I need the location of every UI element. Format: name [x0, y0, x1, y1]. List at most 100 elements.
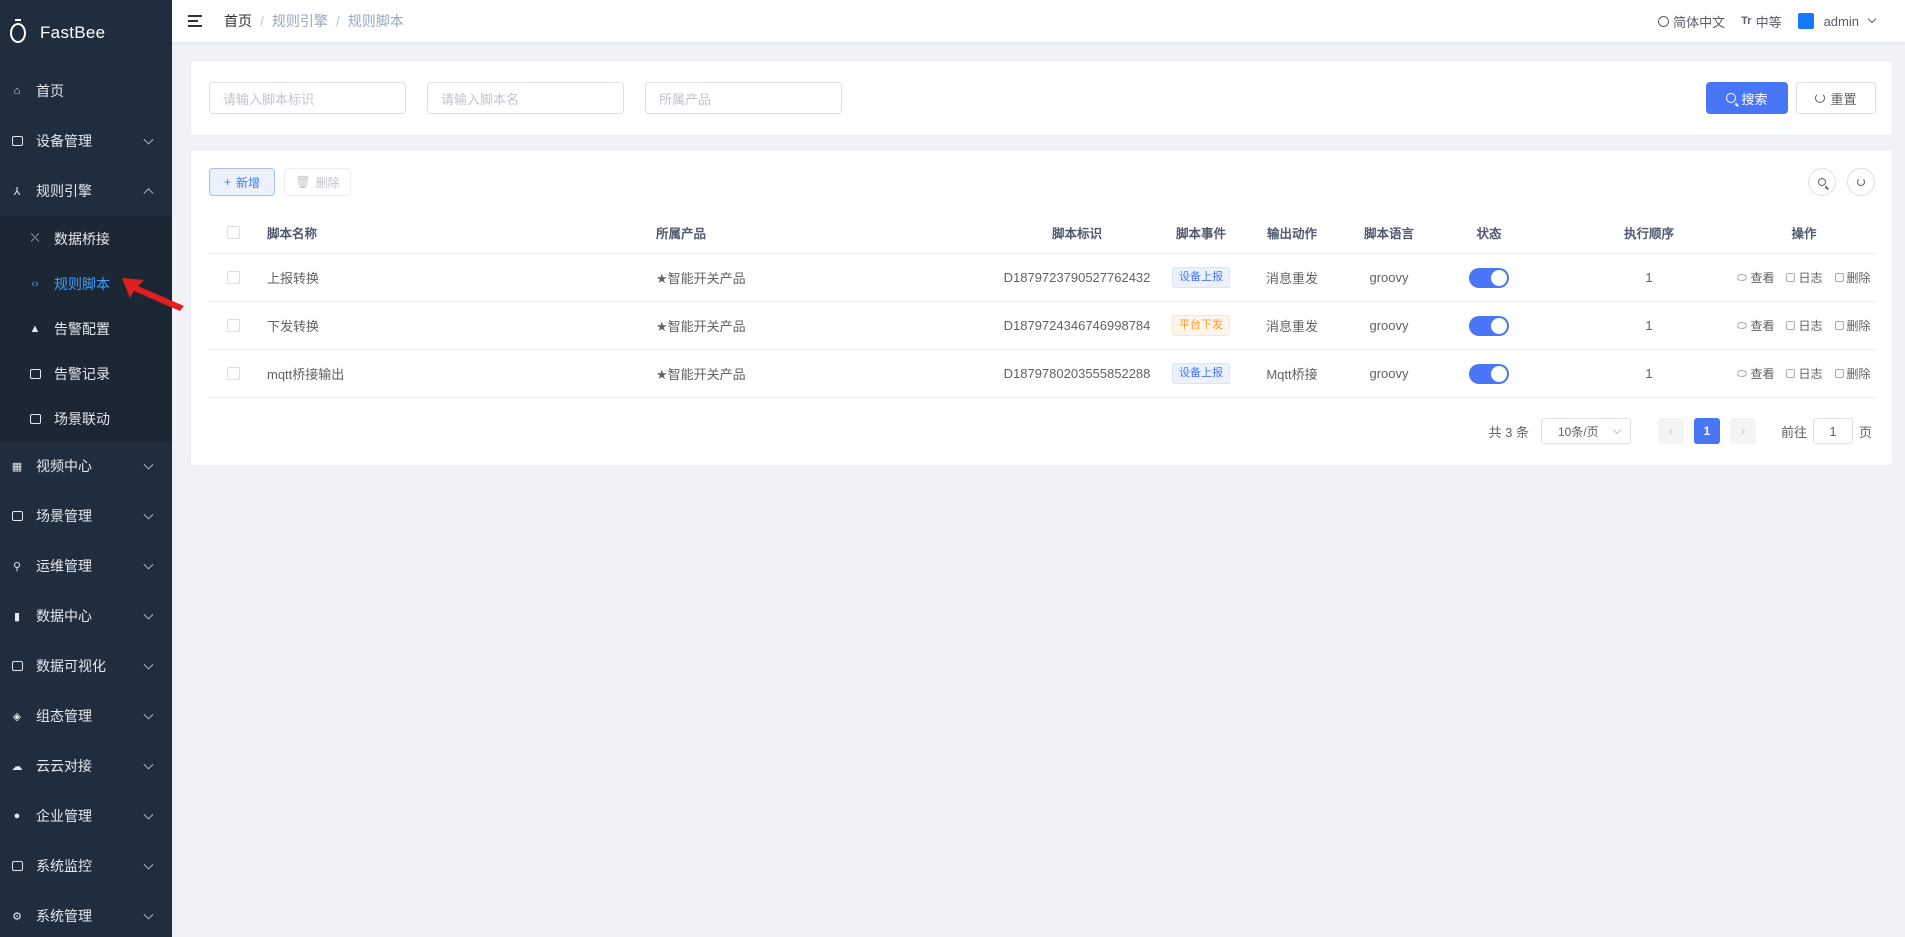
sidebar-item-alarm-record[interactable]: 告警记录	[0, 351, 172, 396]
chevron-down-icon	[143, 134, 154, 145]
search-icon	[1818, 178, 1826, 186]
sidebar-item-data-bridge[interactable]: ⤬ 数据桥接	[0, 216, 172, 261]
alarm-icon: ▲	[29, 322, 41, 335]
sidebar-item-config[interactable]: ◈ 组态管理	[0, 691, 172, 741]
script-id-input[interactable]: 请输入脚本标识	[209, 82, 406, 114]
breadcrumb-separator: /	[335, 13, 340, 29]
col-event: 脚本事件	[1175, 227, 1226, 241]
breadcrumb-home[interactable]: 首页	[224, 11, 252, 31]
row-checkbox[interactable]	[226, 319, 240, 332]
view-button[interactable]: 查看	[1737, 317, 1774, 334]
sidebar-item-rule-engine[interactable]: ⅄ 规则引擎	[0, 166, 172, 216]
log-icon	[1786, 321, 1796, 330]
delete-button[interactable]: 🗑 删除	[284, 168, 351, 196]
product-name: ★智能开关产品	[656, 271, 746, 286]
reset-button[interactable]: 重置	[1796, 82, 1876, 114]
exec-order: 1	[1645, 318, 1653, 333]
next-page-button[interactable]: ›	[1729, 418, 1756, 444]
select-all-checkbox[interactable]	[226, 226, 240, 239]
user-menu[interactable]: admin	[1797, 13, 1877, 29]
status-toggle[interactable]	[1469, 363, 1509, 384]
row-checkbox[interactable]	[226, 367, 240, 380]
view-button[interactable]: 查看	[1737, 269, 1774, 286]
breadcrumb: 首页 / 规则引擎 / 规则脚本	[224, 11, 404, 31]
search-button[interactable]: 搜索	[1706, 82, 1788, 114]
enterprise-icon: ●	[13, 810, 21, 822]
breadcrumb-rule-engine: 规则引擎	[271, 13, 328, 29]
hamburger-icon[interactable]	[188, 15, 204, 27]
log-icon	[1786, 369, 1796, 378]
trash-icon	[1834, 321, 1844, 330]
trash-icon: 🗑	[295, 175, 311, 189]
page-size-select[interactable]: 10条/页	[1540, 418, 1631, 444]
sidebar-item-ops[interactable]: ⚲ 运维管理	[0, 541, 172, 591]
row-delete-button[interactable]: 删除	[1834, 365, 1871, 382]
sidebar-item-enterprise[interactable]: ● 企业管理	[0, 791, 172, 841]
language-switch[interactable]: 简体中文	[1658, 12, 1725, 31]
add-button[interactable]: + 新增	[209, 168, 275, 196]
col-status: 状态	[1476, 227, 1502, 241]
chevron-up-icon	[143, 188, 154, 199]
status-toggle[interactable]	[1469, 315, 1509, 336]
refresh-table-button[interactable]	[1847, 168, 1875, 196]
refresh-icon	[1815, 93, 1826, 103]
logo: FastBee	[0, 0, 172, 66]
log-button[interactable]: 日志	[1786, 269, 1823, 286]
sidebar-item-alarm-config[interactable]: ▲ 告警配置	[0, 306, 172, 351]
view-button[interactable]: 查看	[1737, 365, 1774, 382]
script-table-card: + 新增 🗑 删除 脚本名称 所属产品 脚本标识 脚本事件 输出动作 脚本语言 …	[190, 149, 1893, 466]
chevron-down-icon	[143, 459, 154, 470]
sidebar-item-scene-linkage[interactable]: 场景联动	[0, 396, 172, 441]
sidebar: FastBee ⌂ 首页 设备管理 ⅄ 规则引擎 ⤬ 数据桥接 ‹› 规则脚本 …	[0, 0, 172, 937]
log-button[interactable]: 日志	[1786, 365, 1823, 382]
fastbee-logo-icon	[10, 19, 26, 43]
trash-icon	[1834, 273, 1844, 282]
sidebar-item-scene-manage[interactable]: 场景管理	[0, 491, 172, 541]
record-icon	[28, 367, 42, 381]
avatar	[1797, 13, 1814, 29]
exec-order: 1	[1645, 366, 1653, 381]
sidebar-item-monitor[interactable]: 系统监控	[0, 841, 172, 891]
globe-icon	[1658, 15, 1670, 27]
plus-icon: +	[223, 175, 231, 189]
sidebar-item-video[interactable]: ▦ 视频中心	[0, 441, 172, 491]
sidebar-item-cloud[interactable]: ☁ 云云对接	[0, 741, 172, 791]
log-button[interactable]: 日志	[1786, 317, 1823, 334]
rule-engine-submenu: ⤬ 数据桥接 ‹› 规则脚本 ▲ 告警配置 告警记录 场景联动	[0, 216, 172, 441]
row-delete-button[interactable]: 删除	[1834, 317, 1871, 334]
row-checkbox[interactable]	[226, 271, 240, 284]
log-icon	[1786, 273, 1796, 282]
monitor-icon	[10, 859, 24, 873]
product-select[interactable]: 所属产品	[645, 82, 842, 114]
search-icon	[1726, 93, 1737, 103]
sidebar-item-visualization[interactable]: 数据可视化	[0, 641, 172, 691]
eye-icon	[1737, 322, 1748, 329]
chevron-down-icon	[143, 609, 154, 620]
event-tag: 设备上报	[1172, 267, 1230, 288]
status-toggle[interactable]	[1469, 267, 1509, 288]
prev-page-button[interactable]: ‹	[1657, 418, 1684, 444]
row-delete-button[interactable]: 删除	[1834, 269, 1871, 286]
goto-label: 前往	[1780, 424, 1807, 440]
page-number-button[interactable]: 1	[1693, 418, 1720, 444]
sidebar-item-system[interactable]: ⚙ 系统管理	[0, 891, 172, 937]
home-icon: ⌂	[13, 85, 21, 97]
goto-page-input[interactable]: 1	[1812, 418, 1853, 444]
chevron-down-icon	[143, 709, 154, 720]
pagination: 共 3 条 10条/页 ‹ 1 › 前往 1 页	[1489, 418, 1872, 444]
font-size-switch[interactable]: Tr 中等	[1741, 12, 1781, 31]
video-icon: ▦	[11, 460, 23, 473]
event-tag: 设备上报	[1172, 363, 1230, 384]
app-title: FastBee	[40, 23, 106, 42]
sidebar-item-home[interactable]: ⌂ 首页	[0, 66, 172, 116]
toggle-search-button[interactable]	[1808, 168, 1836, 196]
sidebar-item-device[interactable]: 设备管理	[0, 116, 172, 166]
sidebar-item-data-center[interactable]: ▮ 数据中心	[0, 591, 172, 641]
output-action: 消息重发	[1265, 319, 1318, 334]
output-action: 消息重发	[1265, 271, 1318, 286]
refresh-icon	[1857, 178, 1865, 186]
script-name: 上报转换	[267, 271, 320, 286]
script-name-input[interactable]: 请输入脚本名	[427, 82, 624, 114]
chevron-down-icon	[143, 809, 154, 820]
col-ops: 操作	[1791, 227, 1817, 241]
